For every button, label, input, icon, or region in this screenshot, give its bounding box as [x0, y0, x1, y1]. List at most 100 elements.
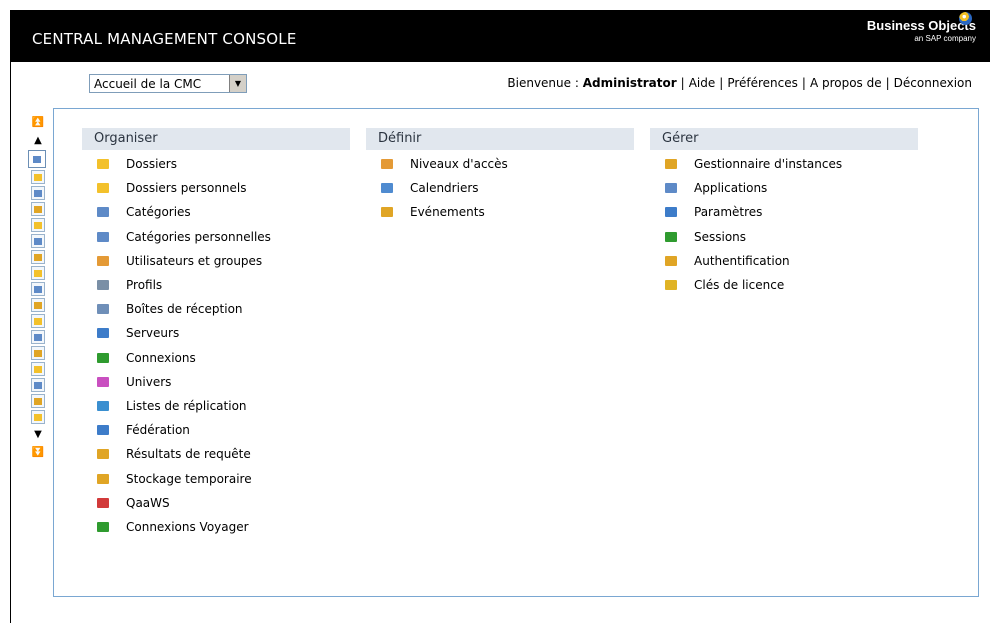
folder-icon — [96, 157, 110, 171]
personal-category-icon[interactable] — [31, 218, 45, 232]
menu-item[interactable]: Listes de réplication — [82, 394, 350, 418]
home-select-value: Accueil de la CMC — [94, 77, 202, 91]
menu-item[interactable]: Utilisateurs et groupes — [82, 249, 350, 273]
scroll-top-icon[interactable]: ⏫ — [30, 114, 46, 130]
query-results-icon — [96, 447, 110, 461]
menu-item[interactable]: Niveaux d'accès — [366, 152, 634, 176]
column-gerer: Gérer Gestionnaire d'instances Applicatio… — [650, 128, 918, 297]
temp-storage-icon[interactable] — [31, 378, 45, 392]
menu-item[interactable]: Serveurs — [82, 321, 350, 345]
menu-item-label: QaaWS — [126, 495, 170, 510]
preferences-link[interactable]: Préférences — [727, 76, 798, 90]
access-levels-icon[interactable] — [31, 394, 45, 408]
menu-item[interactable]: Univers — [82, 370, 350, 394]
personal-category-icon — [96, 230, 110, 244]
federation-icon[interactable] — [31, 346, 45, 360]
menu-item-label: Résultats de requête — [126, 447, 251, 462]
menu-item[interactable]: Catégories — [82, 200, 350, 224]
menu-item-label: Connexions — [126, 350, 196, 365]
globe-icon — [959, 12, 972, 25]
menu-item[interactable]: Stockage temporaire — [82, 466, 350, 490]
menu-item[interactable]: Clés de licence — [650, 273, 918, 297]
servers-icon[interactable] — [31, 282, 45, 296]
qaaws-icon — [96, 496, 110, 510]
menu-item-label: Stockage temporaire — [126, 471, 252, 486]
servers-icon — [96, 326, 110, 340]
replication-icon[interactable] — [31, 330, 45, 344]
scroll-up-icon[interactable]: ▲ — [30, 132, 46, 148]
menu-item-label: Univers — [126, 374, 172, 389]
query-results-icon[interactable] — [31, 362, 45, 376]
menu-item-label: Catégories — [126, 205, 191, 220]
menu-item[interactable]: QaaWS — [82, 491, 350, 515]
menu-item[interactable]: Dossiers personnels — [82, 176, 350, 200]
menu-item-label: Listes de réplication — [126, 398, 247, 413]
menu-item-label: Paramètres — [694, 205, 763, 220]
column-title: Organiser — [82, 128, 350, 150]
menu-item-label: Sessions — [694, 229, 747, 244]
calendar-icon — [380, 181, 394, 195]
authentication-icon — [664, 254, 678, 268]
voyager-icon — [96, 520, 110, 534]
menu-item[interactable]: Evénements — [366, 200, 634, 224]
connections-icon[interactable] — [31, 298, 45, 312]
home-icon[interactable] — [28, 150, 46, 168]
brand-subtitle: an SAP company — [914, 34, 976, 43]
menu-item[interactable]: Paramètres — [650, 200, 918, 224]
menu-item[interactable]: Authentification — [650, 249, 918, 273]
settings-icon — [664, 205, 678, 219]
menu-item-label: Niveaux d'accès — [410, 157, 508, 172]
app-title: CENTRAL MANAGEMENT CONSOLE — [32, 30, 297, 48]
profiles-icon[interactable] — [31, 250, 45, 264]
universe-icon — [96, 375, 110, 389]
menu-item[interactable]: Connexions Voyager — [82, 515, 350, 539]
category-icon[interactable] — [31, 202, 45, 216]
about-link[interactable]: A propos de — [810, 76, 882, 90]
menu-item-label: Boîtes de réception — [126, 302, 243, 317]
home-select[interactable]: Accueil de la CMC ▼ — [89, 74, 247, 93]
menu-item-label: Calendriers — [410, 181, 479, 196]
user-nav: Bienvenue : Administrator | Aide | Préférenc… — [507, 76, 972, 90]
replication-icon — [96, 399, 110, 413]
category-icon — [96, 205, 110, 219]
connections-icon — [96, 351, 110, 365]
menu-item[interactable]: Applications — [650, 176, 918, 200]
menu-item[interactable]: Catégories personnelles — [82, 225, 350, 249]
menu-item-label: Dossiers personnels — [126, 181, 247, 196]
menu-item[interactable]: Profils — [82, 273, 350, 297]
federation-icon — [96, 423, 110, 437]
menu-item-label: Evénements — [410, 205, 485, 220]
menu-item-label: Utilisateurs et groupes — [126, 253, 263, 268]
folder-icon[interactable] — [31, 170, 45, 184]
menu-item[interactable]: Calendriers — [366, 176, 634, 200]
menu-item-label: Connexions Voyager — [126, 519, 249, 534]
column-definir: Définir Niveaux d'accès Calendriers Evénem… — [366, 128, 634, 225]
menu-item[interactable]: Boîtes de réception — [82, 297, 350, 321]
menu-item-label: Applications — [694, 181, 768, 196]
inbox-icon[interactable] — [31, 266, 45, 280]
menu-item-label: Fédération — [126, 423, 190, 438]
personal-folder-icon — [96, 181, 110, 195]
logout-link[interactable]: Déconnexion — [894, 76, 972, 90]
scroll-bottom-icon[interactable]: ⏬ — [30, 444, 46, 460]
chevron-down-icon[interactable]: ▼ — [229, 75, 246, 92]
menu-item[interactable]: Résultats de requête — [82, 442, 350, 466]
welcome-label: Bienvenue : — [507, 76, 579, 90]
column-title: Définir — [366, 128, 634, 150]
left-border — [10, 62, 11, 623]
menu-item-label: Gestionnaire d'instances — [694, 157, 843, 172]
access-levels-icon — [380, 157, 394, 171]
menu-item[interactable]: Connexions — [82, 346, 350, 370]
app-header: CENTRAL MANAGEMENT CONSOLE Business Obje… — [10, 10, 990, 62]
users-groups-icon[interactable] — [31, 234, 45, 248]
menu-item[interactable]: Dossiers — [82, 152, 350, 176]
help-link[interactable]: Aide — [689, 76, 716, 90]
menu-item[interactable]: Fédération — [82, 418, 350, 442]
personal-folder-icon[interactable] — [31, 186, 45, 200]
calendar-icon[interactable] — [31, 410, 45, 424]
scroll-down-icon[interactable]: ▼ — [30, 426, 46, 442]
menu-item-label: Dossiers — [126, 157, 177, 172]
menu-item[interactable]: Gestionnaire d'instances — [650, 152, 918, 176]
universe-icon[interactable] — [31, 314, 45, 328]
menu-item[interactable]: Sessions — [650, 225, 918, 249]
